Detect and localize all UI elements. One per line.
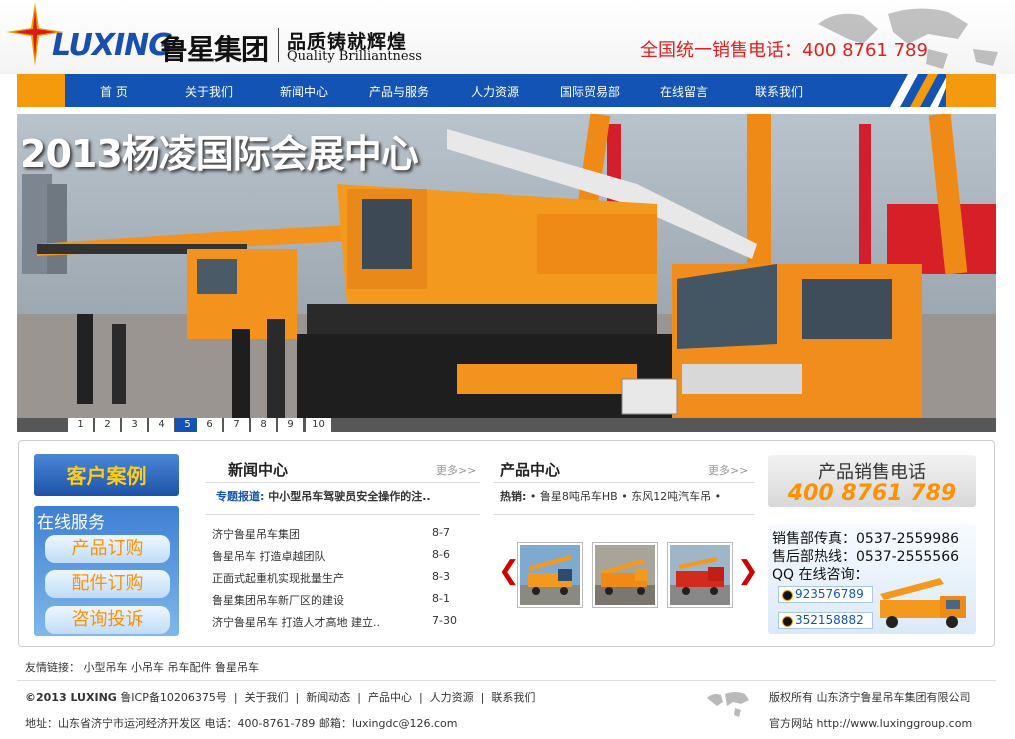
pager-btn-3[interactable]: 3 — [122, 418, 147, 432]
nav-home[interactable]: 首 页 — [100, 83, 128, 100]
pager-btn-7[interactable]: 7 — [224, 418, 249, 432]
news-row[interactable]: 鲁星吊车 打造卓越团队 8-6 — [212, 548, 476, 564]
products-title: 产品中心 — [500, 461, 561, 479]
parts-order-button[interactable]: 配件订购 — [45, 570, 170, 598]
news-row-date: 8-1 — [432, 592, 450, 605]
nav-hr[interactable]: 人力资源 — [471, 83, 519, 100]
pager-btn-10[interactable]: 10 — [306, 418, 331, 432]
news-row-title[interactable]: 济宁鲁星吊车 打造人才高地 建立.. — [212, 616, 380, 629]
pager-btn-8[interactable]: 8 — [251, 418, 276, 432]
news-row[interactable]: 鲁星集团吊车新厂区的建设 8-1 — [212, 592, 476, 608]
news-row-title[interactable]: 正面式起重机实现批量生产 — [212, 572, 344, 585]
topic-divider — [205, 514, 480, 515]
footer-rights: 版权所有 山东济宁鲁星吊车集团有限公司 — [769, 691, 971, 704]
footer-copyright: ©2013 LUXING — [25, 691, 117, 704]
products-more-link[interactable]: 更多>> — [708, 462, 748, 478]
banner-title: 2013杨凌国际会展中心 — [20, 132, 419, 176]
news-row-title[interactable]: 鲁星吊车 打造卓越团队 — [212, 550, 326, 563]
footer-icp[interactable]: 鲁ICP备10206375号 — [120, 691, 227, 704]
hot-label: 热销: — [500, 490, 527, 503]
friend-links: 友情链接： 小型吊车 小吊车 吊车配件 鲁星吊车 — [25, 659, 259, 675]
pager-btn-2[interactable]: 2 — [95, 418, 120, 432]
news-row[interactable]: 正面式起重机实现批量生产 8-3 — [212, 570, 476, 586]
nav-news[interactable]: 新闻中心 — [280, 83, 328, 100]
hot-divider — [493, 514, 755, 515]
crane-truck-image — [595, 545, 655, 605]
friend-link[interactable]: 吊车配件 — [168, 661, 212, 674]
nav-contact[interactable]: 联系我们 — [755, 83, 803, 100]
pager-btn-1[interactable]: 1 — [68, 418, 93, 432]
products-divider — [493, 482, 755, 483]
news-row-date: 8-7 — [432, 526, 450, 539]
crane-truck-image — [520, 545, 580, 605]
product-thumb[interactable] — [517, 542, 583, 608]
news-row-title[interactable]: 济宁鲁星吊车集团 — [212, 528, 300, 541]
footer-divider — [17, 680, 996, 681]
pager-btn-6[interactable]: 6 — [197, 418, 222, 432]
news-row-date: 7-30 — [432, 614, 457, 627]
news-row-date: 8-6 — [432, 548, 450, 561]
news-more-link[interactable]: 更多>> — [436, 462, 476, 478]
footer-site[interactable]: 官方网站 http://www.luxinggroup.com — [769, 715, 972, 731]
footer-links: ©2013 LUXING 鲁ICP备10206375号 | 关于我们 | 新闻动… — [25, 691, 536, 704]
friend-link[interactable]: 鲁星吊车 — [215, 661, 259, 674]
topic-label: 专题报道: — [216, 490, 265, 503]
nav-stripes-decoration — [890, 74, 950, 107]
qq-contact-2[interactable]: 352158882 — [778, 612, 873, 629]
friend-links-label: 友情链接： — [25, 661, 80, 674]
hot-sales[interactable]: 热销: • 鲁星8吨吊车HB • 东风12吨汽车吊 • — [500, 488, 721, 504]
hot-text[interactable]: • 鲁星8吨吊车HB • 东风12吨汽车吊 • — [530, 490, 721, 503]
news-title: 新闻中心 — [228, 461, 289, 479]
topic-text[interactable]: 中小型吊车驾驶员安全操作的注.. — [268, 490, 430, 503]
crane-truck-image — [670, 545, 730, 605]
news-divider — [205, 482, 480, 483]
sales-phone-number: 400 8761 789 — [787, 481, 957, 506]
footer-world-map-icon — [707, 692, 749, 717]
logo-cn: 鲁星集团 — [160, 33, 269, 66]
sales-hotline: 全国统一销售电话：400 8761 789 — [640, 40, 928, 61]
nav-message[interactable]: 在线留言 — [660, 83, 708, 100]
footer-link-contact[interactable]: 联系我们 — [491, 691, 535, 704]
friend-link[interactable]: 小型吊车 — [84, 661, 128, 674]
truck-illustration-icon — [880, 578, 966, 628]
online-service-title: 在线服务 — [37, 513, 105, 533]
logo-en[interactable]: LUXING — [52, 28, 173, 63]
news-row-title[interactable]: 鲁星集团吊车新厂区的建设 — [212, 594, 344, 607]
footer-link-hr[interactable]: 人力资源 — [430, 691, 474, 704]
pager-btn-9[interactable]: 9 — [278, 418, 303, 432]
customer-cases-label[interactable]: 客户案例 — [34, 460, 179, 489]
friend-link[interactable]: 小吊车 — [131, 661, 164, 674]
pager-btn-4[interactable]: 4 — [149, 418, 174, 432]
qq-label: QQ 在线咨询： — [772, 567, 869, 583]
nav-intl-trade[interactable]: 国际贸易部 — [560, 83, 620, 100]
slogan-en: Quality Brilliantness — [287, 49, 422, 64]
topic-report[interactable]: 专题报道: 中小型吊车驾驶员安全操作的注.. — [216, 488, 431, 504]
products-next-arrow[interactable]: ❯ — [737, 556, 759, 586]
product-thumb[interactable] — [592, 542, 658, 608]
footer-link-about[interactable]: 关于我们 — [245, 691, 289, 704]
sales-fax: 销售部传真：0537-2559986 — [772, 531, 960, 547]
footer-link-news[interactable]: 新闻动态 — [306, 691, 350, 704]
logo-divider — [278, 28, 279, 62]
nav-products[interactable]: 产品与服务 — [369, 83, 429, 100]
news-row-date: 8-3 — [432, 570, 450, 583]
product-thumb[interactable] — [667, 542, 733, 608]
nav-about[interactable]: 关于我们 — [185, 83, 233, 100]
consult-complaint-button[interactable]: 咨询投诉 — [45, 606, 170, 634]
qq-contact-1[interactable]: 923576789 — [778, 586, 873, 603]
product-order-button[interactable]: 产品订购 — [45, 535, 170, 563]
news-row[interactable]: 济宁鲁星吊车集团 8-7 — [212, 526, 476, 542]
footer-address: 地址：山东省济宁市运河经济开发区 电话：400-8761-789 邮箱：luxi… — [25, 717, 458, 730]
news-row[interactable]: 济宁鲁星吊车 打造人才高地 建立.. 7-30 — [212, 614, 476, 630]
footer-link-products[interactable]: 产品中心 — [368, 691, 412, 704]
nav-accent — [946, 74, 996, 107]
after-sales-hotline: 售后部热线：0537-2555566 — [772, 549, 960, 565]
